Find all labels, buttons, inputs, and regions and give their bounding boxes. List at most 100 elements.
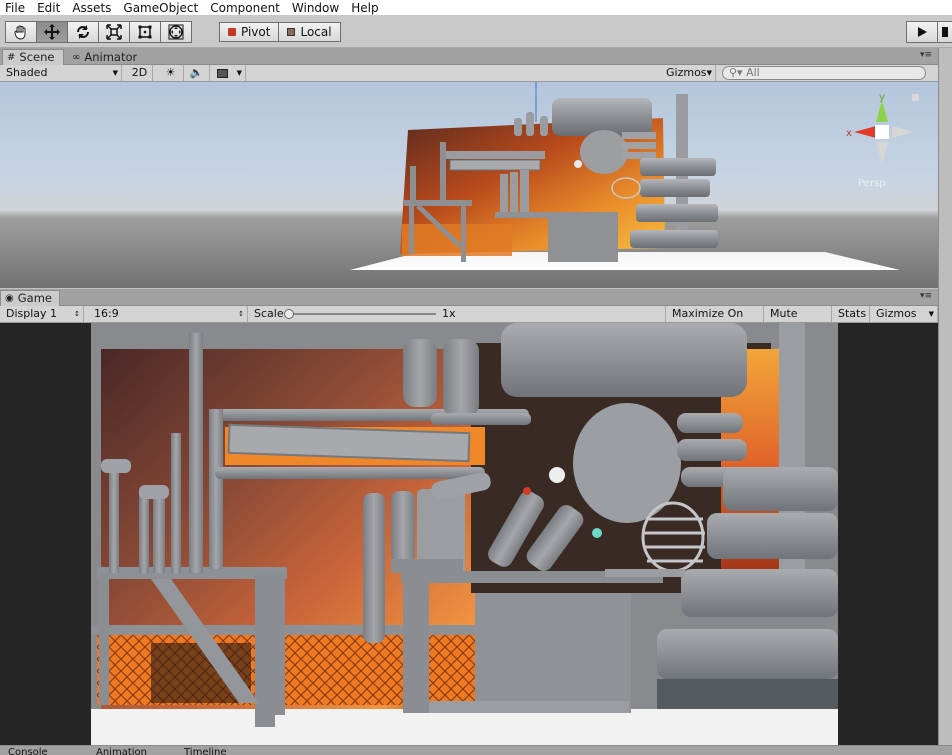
scene-pipe — [640, 179, 710, 197]
pause-button[interactable] — [937, 21, 952, 43]
lighting-toggle[interactable]: ☀ — [158, 65, 184, 81]
scene-view-controls: Shaded ▼ 2D ☀ 🔈 ▼ Gizmos ▼ ⚲▾ All — [0, 65, 938, 82]
gizmo-neg-x-axis[interactable] — [892, 126, 914, 138]
projection-label[interactable]: Persp — [858, 178, 886, 189]
scene-beam — [495, 212, 550, 218]
gizmo-neg-y-axis[interactable] — [876, 142, 888, 164]
tab-scene-label: Scene — [19, 50, 55, 64]
2d-toggle[interactable]: 2D — [127, 65, 153, 81]
ledge — [391, 559, 463, 573]
scene-pipe — [622, 152, 656, 159]
game-tab-bar: ◉ Game ▾≡ — [0, 289, 938, 306]
vertical-pipe — [171, 433, 181, 573]
local-cube-icon — [287, 28, 296, 36]
animator-icon: ∞ — [72, 51, 81, 63]
game-gizmos-dropdown[interactable]: Gizmos ▼ — [870, 306, 938, 322]
mute-audio-toggle[interactable]: Mute Audio — [764, 306, 832, 336]
game-render — [91, 323, 838, 745]
right-pipe — [677, 413, 743, 433]
rect-tool-button[interactable] — [129, 21, 161, 43]
scale-tool-button[interactable] — [98, 21, 130, 43]
pivot-button[interactable]: Pivot — [219, 22, 280, 42]
tab-timeline[interactable]: Timeline — [184, 746, 227, 755]
white-sphere — [549, 467, 565, 483]
move-tool-button[interactable] — [36, 21, 68, 43]
local-button[interactable]: Local — [278, 22, 341, 42]
panel-menu-icon[interactable]: ▾≡ — [920, 291, 932, 301]
transform-tool-button[interactable] — [160, 21, 192, 43]
floor — [91, 709, 838, 745]
speaker-icon: 🔈 — [189, 66, 204, 79]
effects-dropdown[interactable]: ▼ — [212, 65, 246, 81]
gizmo-x-label: x — [846, 128, 852, 139]
menu-window[interactable]: Window — [287, 1, 346, 15]
lock-icon[interactable] — [912, 94, 919, 101]
scene-gizmos-dropdown[interactable]: Gizmos ▼ — [660, 65, 716, 81]
scene-pipe — [622, 142, 656, 149]
game-controller-icon: ◉ — [5, 293, 14, 304]
tab-animator[interactable]: ∞ Animator — [68, 49, 145, 65]
scene-pipe — [526, 112, 534, 136]
menu-component[interactable]: Component — [205, 1, 287, 15]
scene-viewport[interactable]: y x Persp — [0, 82, 938, 288]
move-arrows-icon — [44, 24, 60, 40]
stats-toggle[interactable]: Stats — [832, 306, 870, 322]
menu-gameobject[interactable]: GameObject — [118, 1, 205, 15]
menu-assets[interactable]: Assets — [67, 1, 118, 15]
chevron-down-icon: ▼ — [112, 69, 118, 77]
vertical-pipe — [153, 487, 165, 573]
scene-search-input[interactable]: ⚲▾ All — [722, 66, 926, 80]
play-controls — [906, 21, 952, 43]
big-right-pipe — [681, 569, 838, 617]
orientation-gizmo[interactable] — [854, 100, 914, 164]
gizmo-y-label: y — [879, 92, 885, 103]
scene-post — [410, 166, 416, 206]
hanging-duct — [443, 339, 479, 417]
scene-tab-bar: # Scene ∞ Animator ▾≡ — [0, 48, 938, 65]
chevron-down-icon: ▼ — [236, 69, 242, 77]
catwalk-leg — [461, 204, 466, 262]
game-gizmos-label: Gizmos — [876, 307, 917, 320]
gizmo-center-cube[interactable] — [875, 125, 889, 139]
pipe-elbow — [101, 459, 131, 473]
scale-slider-thumb[interactable] — [284, 309, 294, 319]
play-button[interactable] — [906, 21, 938, 43]
hand-icon — [14, 25, 26, 40]
local-label: Local — [300, 25, 332, 39]
maximize-on-play-toggle[interactable]: Maximize On Play — [666, 306, 764, 336]
cage-base — [605, 569, 685, 577]
scene-render: y x Persp — [350, 82, 919, 270]
hand-tool-button[interactable] — [5, 21, 37, 43]
tab-game[interactable]: ◉ Game — [0, 290, 60, 306]
rotate-tool-button[interactable] — [67, 21, 99, 43]
tab-animation[interactable]: Animation — [96, 746, 147, 755]
center-block — [475, 593, 631, 713]
audio-toggle[interactable]: 🔈 — [184, 65, 210, 81]
scene-gizmos-label: Gizmos — [666, 66, 707, 79]
scene-pipe — [514, 118, 522, 136]
shading-mode-value: Shaded — [6, 66, 48, 79]
gizmo-y-axis[interactable] — [876, 100, 888, 122]
gizmo-x-axis[interactable] — [854, 126, 876, 138]
scaffold-foot — [255, 709, 275, 727]
menu-edit[interactable]: Edit — [32, 1, 67, 15]
vertical-pipe — [209, 409, 223, 569]
scene-dome — [580, 130, 628, 174]
scene-pipe — [445, 151, 545, 159]
game-viewport[interactable] — [0, 323, 938, 745]
menu-help[interactable]: Help — [346, 1, 385, 15]
tab-console[interactable]: Console — [8, 746, 48, 755]
display-dropdown[interactable]: Display 1 ↕ — [0, 306, 84, 322]
aspect-dropdown[interactable]: 16:9 ↕ — [88, 306, 248, 322]
transform-tools — [5, 21, 192, 43]
right-panel-edge[interactable] — [938, 48, 952, 755]
search-placeholder: All — [746, 66, 760, 79]
scale-slider[interactable] — [286, 313, 436, 315]
tab-scene[interactable]: # Scene — [2, 49, 64, 65]
scale-label: Scale — [254, 307, 284, 320]
shading-mode-dropdown[interactable]: Shaded ▼ — [0, 65, 122, 81]
horizontal-pipe — [215, 467, 485, 479]
panel-menu-icon[interactable]: ▾≡ — [920, 50, 932, 60]
menu-file[interactable]: File — [0, 1, 32, 15]
hanging-duct — [403, 339, 437, 407]
